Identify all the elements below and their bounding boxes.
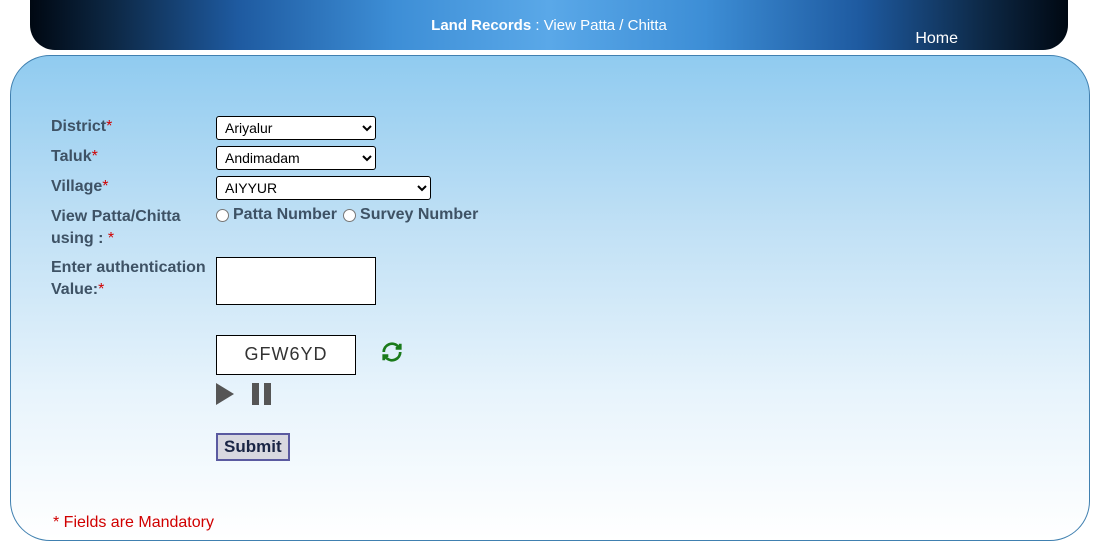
asterisk: * bbox=[102, 178, 108, 195]
refresh-icon[interactable] bbox=[381, 341, 403, 369]
header-title-bold: Land Records bbox=[431, 17, 531, 34]
home-link[interactable]: Home bbox=[915, 30, 958, 48]
header-bar: Land Records : View Patta / Chitta Home bbox=[30, 0, 1068, 50]
view-using-row: View Patta/Chitta using : * Patta Number… bbox=[51, 206, 1049, 251]
auth-row: Enter authentication Value:* bbox=[51, 257, 1049, 305]
taluk-select[interactable]: Andimadam bbox=[216, 146, 376, 170]
media-controls bbox=[216, 383, 1049, 405]
survey-number-label: Survey Number bbox=[360, 206, 478, 224]
header-title-sep: : bbox=[531, 17, 544, 34]
submit-button[interactable]: Submit bbox=[216, 433, 290, 461]
taluk-label: Taluk* bbox=[51, 146, 216, 168]
patta-number-radio[interactable] bbox=[216, 209, 229, 222]
pause-icon[interactable] bbox=[252, 383, 271, 405]
village-row: Village* AIYYUR bbox=[51, 176, 1049, 200]
asterisk: * bbox=[108, 230, 114, 247]
asterisk: * bbox=[98, 281, 104, 298]
form-panel: District* Ariyalur Taluk* Andimadam Vill… bbox=[10, 55, 1090, 541]
mandatory-note: * Fields are Mandatory bbox=[53, 514, 214, 532]
taluk-row: Taluk* Andimadam bbox=[51, 146, 1049, 170]
play-icon[interactable] bbox=[216, 383, 234, 405]
asterisk: * bbox=[92, 148, 98, 165]
district-row: District* Ariyalur bbox=[51, 116, 1049, 140]
captcha-display: GFW6YD bbox=[216, 335, 356, 375]
auth-label: Enter authentication Value:* bbox=[51, 257, 216, 302]
view-using-radios: Patta Number Survey Number bbox=[216, 206, 482, 224]
district-label: District* bbox=[51, 116, 216, 138]
survey-number-radio[interactable] bbox=[343, 209, 356, 222]
district-select[interactable]: Ariyalur bbox=[216, 116, 376, 140]
header-title-rest: View Patta / Chitta bbox=[544, 17, 667, 34]
patta-number-label: Patta Number bbox=[233, 206, 337, 224]
view-using-label: View Patta/Chitta using : * bbox=[51, 206, 216, 251]
captcha-row: GFW6YD bbox=[216, 335, 1049, 375]
village-select[interactable]: AIYYUR bbox=[216, 176, 431, 200]
auth-input[interactable] bbox=[216, 257, 376, 305]
header-title: Land Records : View Patta / Chitta bbox=[431, 17, 667, 34]
village-label: Village* bbox=[51, 176, 216, 198]
asterisk: * bbox=[106, 118, 112, 135]
